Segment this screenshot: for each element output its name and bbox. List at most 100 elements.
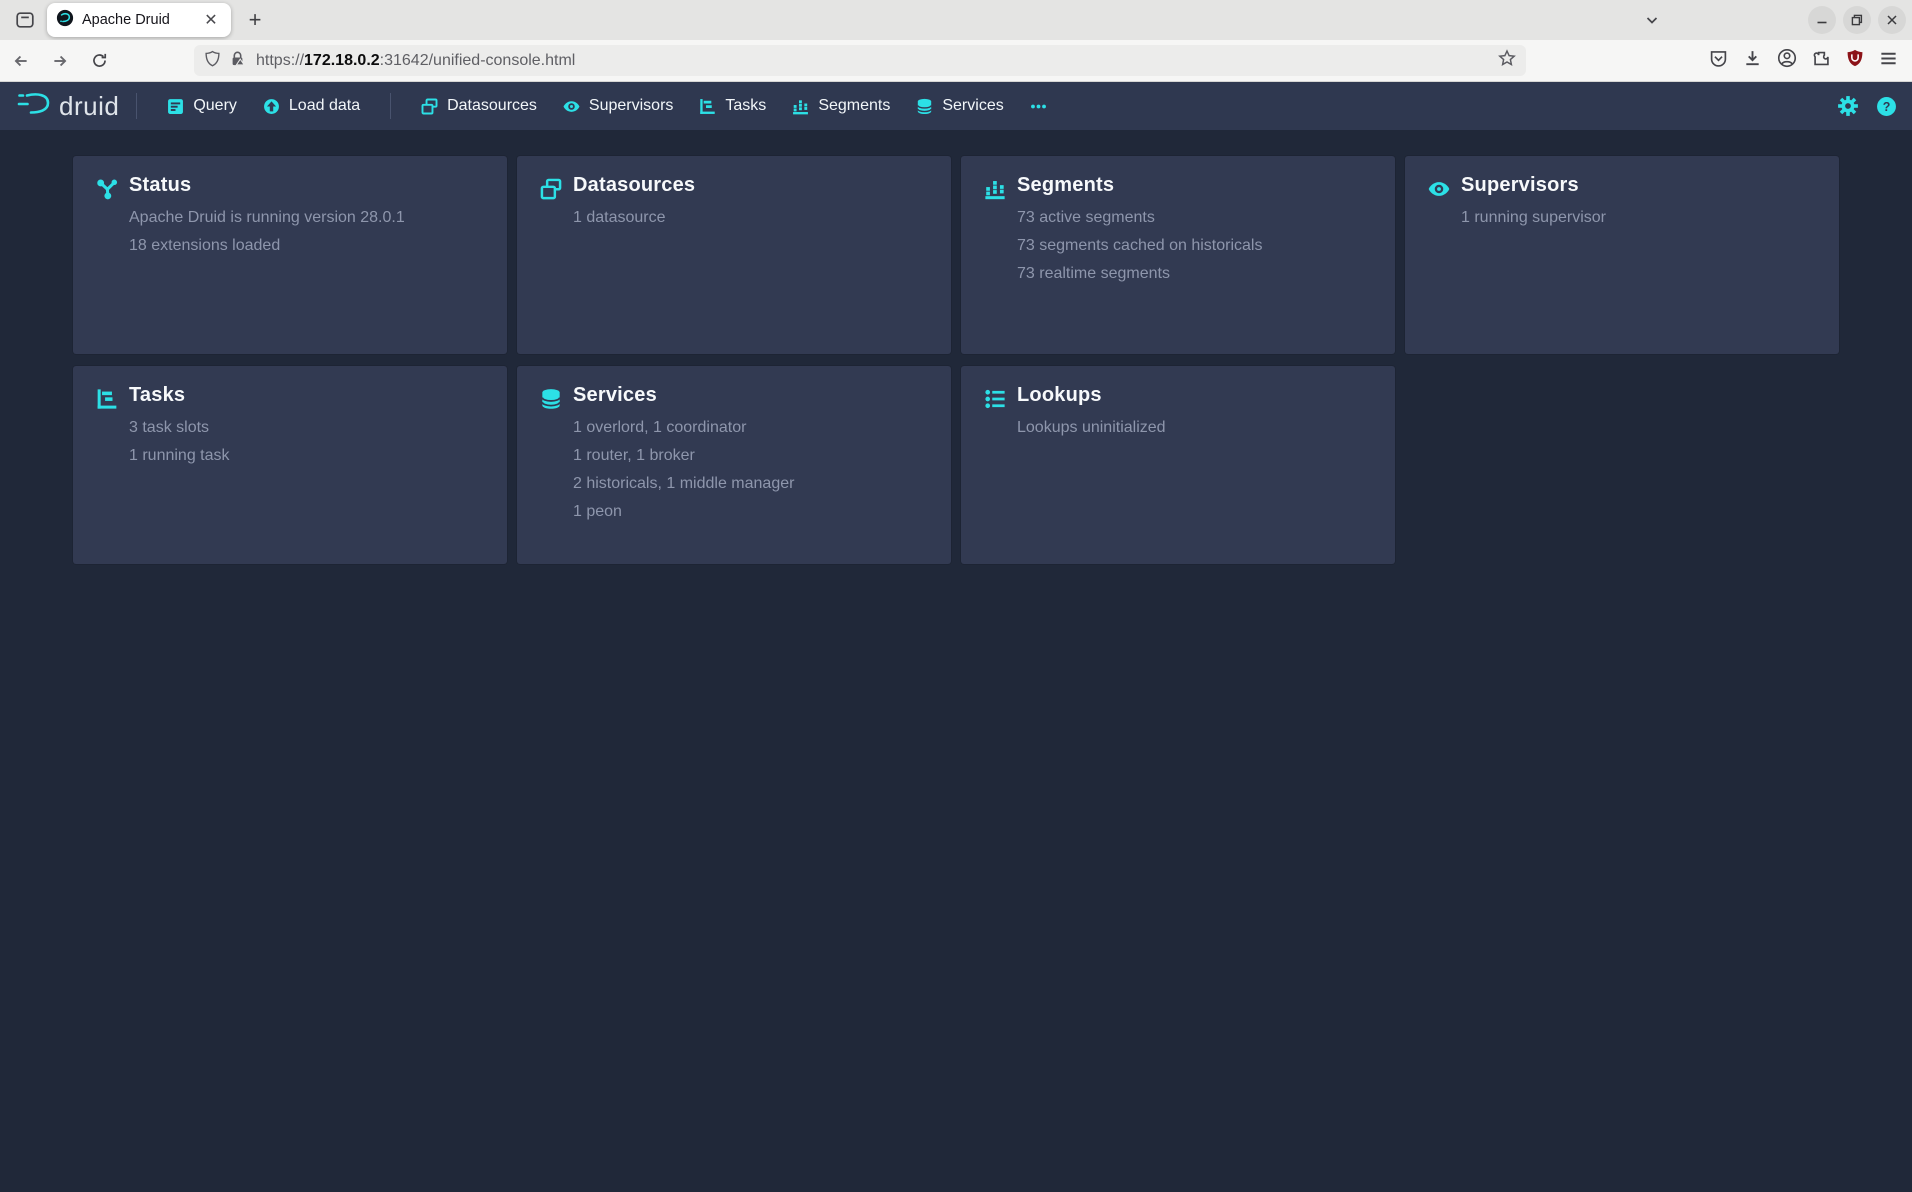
status-cards: Status Apache Druid is running version 28… xyxy=(73,156,1839,564)
menu-hamburger-icon[interactable] xyxy=(1879,49,1898,73)
window-close-button[interactable] xyxy=(1878,6,1906,34)
downloads-icon[interactable] xyxy=(1743,49,1762,73)
card-supervisors[interactable]: Supervisors 1 running supervisor xyxy=(1405,156,1839,354)
card-lookups[interactable]: Lookups Lookups uninitialized xyxy=(961,366,1395,564)
card-lines: Apache Druid is running version 28.0.118… xyxy=(129,204,405,260)
nav-item-label: Datasources xyxy=(447,97,537,115)
card-lines: 1 running supervisor xyxy=(1461,204,1606,232)
druid-logo[interactable]: druid xyxy=(16,91,119,122)
window-restore-button[interactable] xyxy=(1843,6,1871,34)
back-icon[interactable] xyxy=(5,46,37,76)
nav-item-label: Services xyxy=(942,97,1003,115)
tab-close-icon[interactable]: ✕ xyxy=(200,9,222,31)
url-text[interactable]: https://172.18.0.2:31642/unified-console… xyxy=(256,52,1498,70)
segments-icon xyxy=(984,178,1006,200)
druid-favicon xyxy=(56,9,74,32)
card-stat-line: 1 running supervisor xyxy=(1461,204,1606,232)
browser-tab-bar: Apache Druid ✕ + xyxy=(0,0,1912,40)
datasources-icon xyxy=(540,178,562,200)
datasources-icon xyxy=(421,98,438,115)
brand-text: druid xyxy=(59,91,119,122)
card-title: Lookups xyxy=(1017,384,1102,407)
lock-warning-icon[interactable] xyxy=(229,50,246,72)
card-status[interactable]: Status Apache Druid is running version 28… xyxy=(73,156,507,354)
nav-item-label: Segments xyxy=(818,97,890,115)
shield-permissions-icon[interactable] xyxy=(204,50,221,72)
pocket-icon[interactable] xyxy=(1709,49,1728,73)
card-stat-line: 1 datasource xyxy=(573,204,666,232)
url-path: :31642/unified-console.html xyxy=(380,52,576,69)
card-datasources[interactable]: Datasources 1 datasource xyxy=(517,156,951,354)
segments-icon xyxy=(792,98,809,115)
nav-item-services[interactable]: Services xyxy=(903,82,1016,130)
card-stat-line: Apache Druid is running version 28.0.1 xyxy=(129,204,405,232)
card-stat-line: 73 active segments xyxy=(1017,204,1262,232)
browser-toolbar: https://172.18.0.2:31642/unified-console… xyxy=(0,40,1912,82)
nav-divider xyxy=(390,93,391,119)
firefox-view-icon[interactable] xyxy=(9,5,41,35)
nav-item-tasks[interactable]: Tasks xyxy=(686,82,779,130)
tasks-icon xyxy=(96,388,118,410)
url-bar[interactable]: https://172.18.0.2:31642/unified-console… xyxy=(194,45,1526,76)
supervisors-icon xyxy=(1428,178,1450,200)
card-stat-line: 1 overlord, 1 coordinator xyxy=(573,414,794,442)
nav-item-label: Query xyxy=(193,97,237,115)
lookups-icon xyxy=(984,388,1006,410)
status-graph-icon xyxy=(96,178,118,200)
nav-item-supervisors[interactable]: Supervisors xyxy=(550,82,686,130)
tab-title: Apache Druid xyxy=(82,12,200,28)
svg-text:?: ? xyxy=(1883,99,1891,113)
nav-item-label: Tasks xyxy=(725,97,766,115)
services-icon xyxy=(540,388,562,410)
new-tab-button[interactable]: + xyxy=(239,4,271,36)
forward-icon[interactable] xyxy=(44,46,76,76)
browser-tab-apache-druid[interactable]: Apache Druid ✕ xyxy=(47,3,231,37)
card-stat-line: 1 running task xyxy=(129,442,230,470)
druid-navbar: druid Query Load data Datasources Superviso… xyxy=(0,82,1912,130)
card-segments[interactable]: Segments 73 active segments73 segments ca… xyxy=(961,156,1395,354)
tasks-icon xyxy=(699,98,716,115)
nav-item-label: Load data xyxy=(289,97,360,115)
druid-swirl-icon xyxy=(16,91,52,122)
query-icon xyxy=(167,98,184,115)
card-stat-line: 3 task slots xyxy=(129,414,230,442)
card-tasks[interactable]: Tasks 3 task slots1 running task xyxy=(73,366,507,564)
card-stat-line: 1 peon xyxy=(573,498,794,526)
window-minimize-button[interactable] xyxy=(1808,6,1836,34)
card-title: Tasks xyxy=(129,384,185,407)
url-scheme: https:// xyxy=(256,52,304,69)
nav-item-query[interactable]: Query xyxy=(154,82,250,130)
card-stat-line: 1 router, 1 broker xyxy=(573,442,794,470)
bookmark-star-icon[interactable] xyxy=(1498,49,1516,72)
extensions-puzzle-icon[interactable] xyxy=(1812,49,1831,73)
card-stat-line: 73 segments cached on historicals xyxy=(1017,232,1262,260)
help-icon[interactable]: ? xyxy=(1876,96,1897,117)
reload-icon[interactable] xyxy=(83,46,115,76)
account-icon[interactable] xyxy=(1777,48,1797,73)
card-title: Datasources xyxy=(573,174,695,197)
gear-icon[interactable] xyxy=(1837,95,1859,117)
card-title: Services xyxy=(573,384,657,407)
card-title: Supervisors xyxy=(1461,174,1579,197)
card-lines: 1 datasource xyxy=(573,204,666,232)
card-lines: Lookups uninitialized xyxy=(1017,414,1166,442)
console-home-page: Status Apache Druid is running version 28… xyxy=(0,130,1912,1192)
nav-item-load-data[interactable]: Load data xyxy=(250,82,373,130)
card-lines: 1 overlord, 1 coordinator1 router, 1 bro… xyxy=(573,414,794,526)
card-stat-line: 2 historicals, 1 middle manager xyxy=(573,470,794,498)
supervisors-icon xyxy=(563,98,580,115)
nav-item-segments[interactable]: Segments xyxy=(779,82,903,130)
card-stat-line: 18 extensions loaded xyxy=(129,232,405,260)
ublock-origin-icon[interactable] xyxy=(1846,49,1864,72)
card-services[interactable]: Services 1 overlord, 1 coordinator1 route… xyxy=(517,366,951,564)
list-tabs-chevron-icon[interactable] xyxy=(1636,5,1668,35)
card-title: Segments xyxy=(1017,174,1114,197)
nav-items: Query Load data Datasources Supervisors Task… xyxy=(154,82,1016,130)
nav-item-more[interactable] xyxy=(1017,82,1060,130)
card-lines: 3 task slots1 running task xyxy=(129,414,230,470)
url-host: 172.18.0.2 xyxy=(304,52,380,69)
nav-divider xyxy=(136,93,137,119)
nav-item-datasources[interactable]: Datasources xyxy=(408,82,550,130)
load-data-icon xyxy=(263,98,280,115)
card-title: Status xyxy=(129,174,191,197)
